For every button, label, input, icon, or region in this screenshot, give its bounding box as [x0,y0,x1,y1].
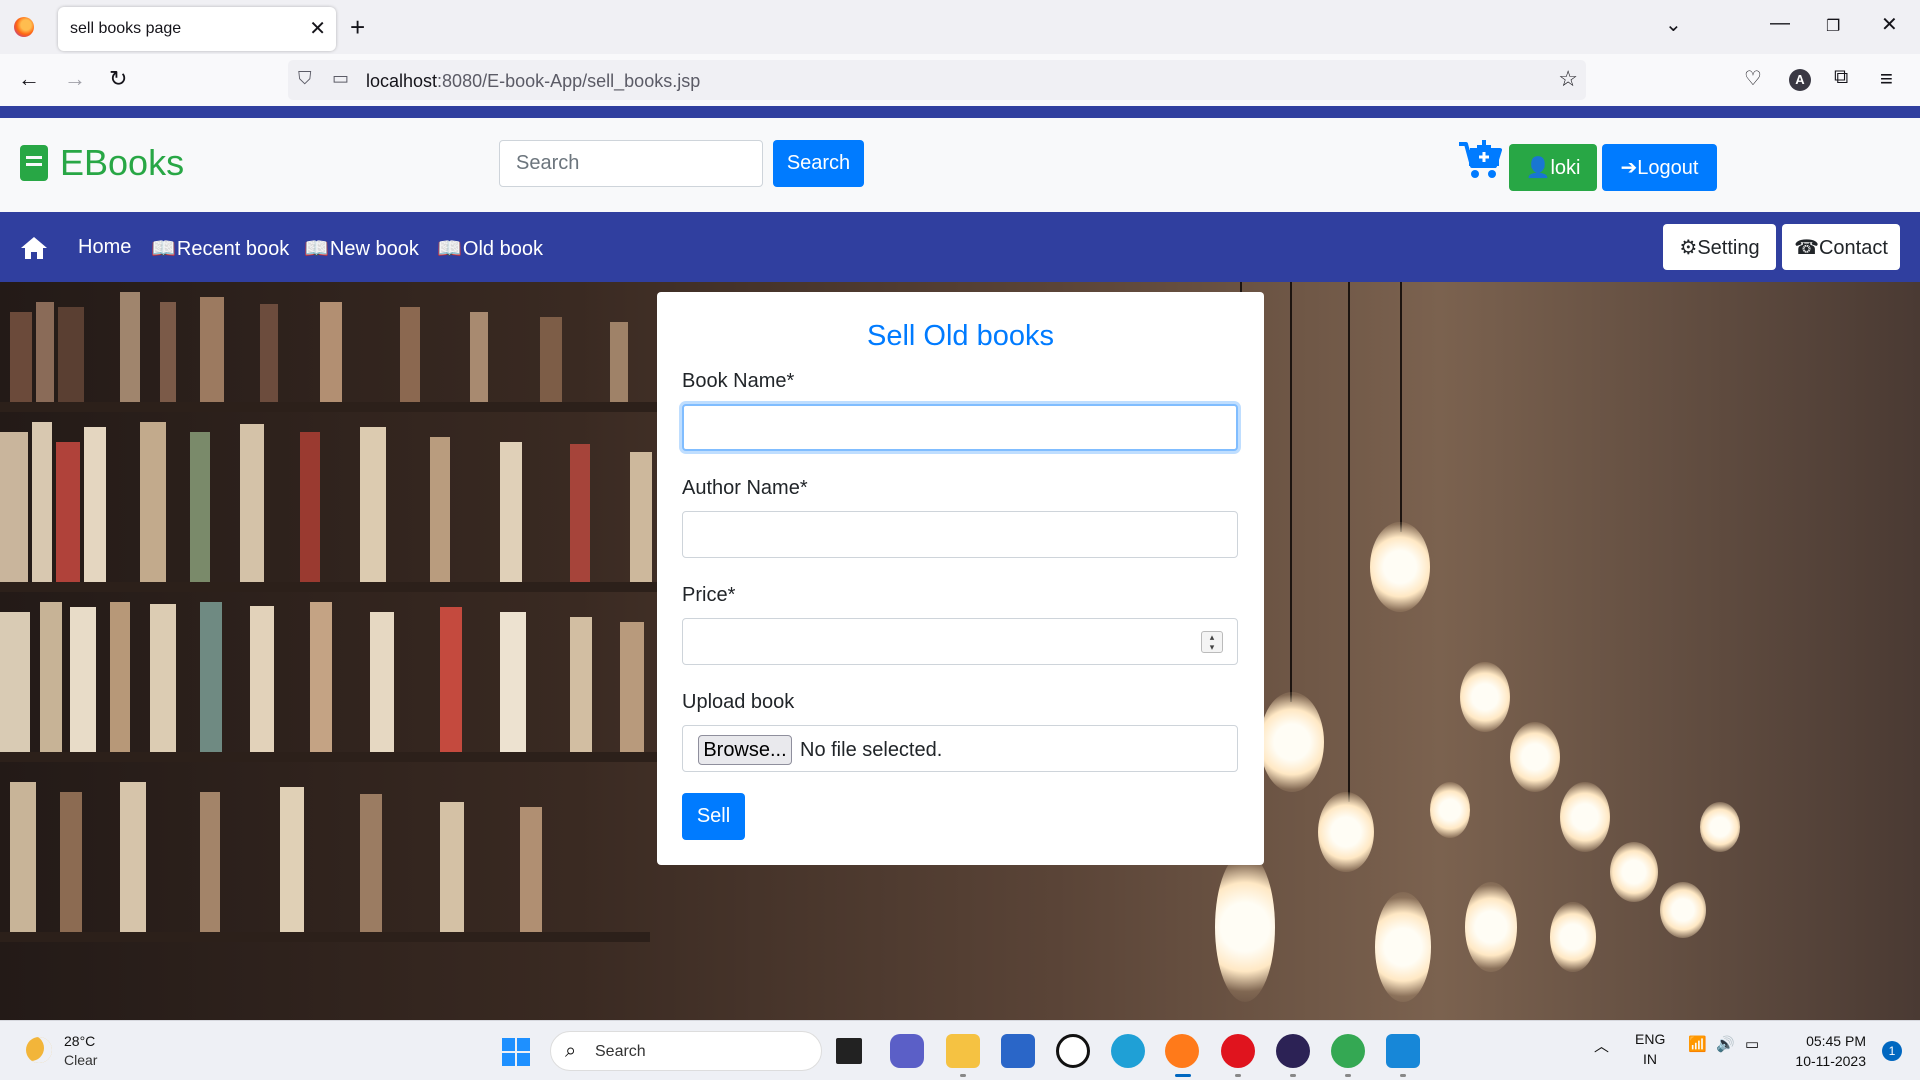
brand-logo[interactable]: EBooks [20,142,184,184]
browser-tab-strip: sell books page ✕ + ⌄ — ❐ ✕ [0,0,1920,54]
upload-label: Upload book [682,691,795,713]
pocket-icon[interactable]: ♡ [1744,66,1762,91]
minimize-icon[interactable]: — [1770,12,1790,35]
language-indicator[interactable]: ENG [1635,1031,1665,1047]
open-book-icon: 📖 [437,238,462,260]
search-input[interactable] [499,140,763,187]
account-icon[interactable]: A [1789,69,1811,91]
edge-icon[interactable] [1111,1034,1145,1068]
browser-tab[interactable]: sell books page ✕ [58,7,336,51]
main-navbar: Home 📖Recent book 📖New book 📖Old book ⚙S… [0,212,1920,282]
search-button[interactable]: Search [773,140,864,187]
file-explorer-icon[interactable] [946,1034,980,1068]
price-label: Price* [682,584,736,606]
contact-button[interactable]: ☎Contact [1782,224,1900,270]
form-title: Sell Old books [867,320,1054,352]
forward-icon[interactable]: → [64,66,86,92]
photos-icon[interactable] [1386,1034,1420,1068]
eclipse-icon[interactable] [1276,1034,1310,1068]
bookmark-star-icon[interactable]: ☆ [1558,66,1578,92]
search-icon: ⌕ [565,1040,577,1062]
nav-home[interactable]: Home [78,236,131,259]
book-icon [20,145,48,181]
logout-button[interactable]: ➔Logout [1602,144,1717,191]
menu-icon[interactable]: ≡ [1880,66,1893,92]
author-name-input[interactable] [682,511,1238,558]
sell-book-form: Sell Old books Book Name* Author Name* P… [657,292,1264,865]
notification-badge[interactable]: 1 [1882,1041,1902,1061]
clock[interactable]: 05:45 PM 10-11-2023 [1795,1031,1866,1071]
page-info-icon[interactable]: ▭ [332,68,349,89]
new-tab-icon[interactable]: + [350,12,365,43]
price-input[interactable]: ▴ ▾ [682,618,1238,665]
volume-icon[interactable]: 🔊 [1716,1035,1735,1053]
moon-icon[interactable] [26,1037,52,1063]
firefox-icon[interactable] [14,17,34,37]
open-book-icon: 📖 [151,238,176,260]
clock-date: 10-11-2023 [1795,1053,1866,1069]
weather-temperature[interactable]: 28°C [64,1033,95,1049]
nav-recent-book[interactable]: 📖Recent book [151,236,289,261]
home-icon[interactable] [20,236,48,260]
close-window-icon[interactable]: ✕ [1881,12,1898,37]
region-indicator[interactable]: IN [1643,1051,1657,1067]
site-header: EBooks Search 👤loki ➔Logout [0,118,1920,212]
extensions-icon[interactable]: ⧉ [1834,66,1848,89]
author-name-label: Author Name* [682,477,808,499]
weather-condition[interactable]: Clear [64,1052,97,1068]
sign-in-icon: ➔ [1620,157,1638,179]
number-spinner-icon[interactable]: ▴ ▾ [1201,631,1223,653]
chrome-icon[interactable] [1331,1034,1365,1068]
brand-name: EBooks [60,142,185,183]
browse-button[interactable]: Browse... [698,735,792,765]
file-upload-input[interactable]: Browse... No file selected. [682,725,1238,772]
firefox-taskbar-icon[interactable] [1165,1034,1199,1068]
tab-title: sell books page [70,20,182,37]
nav-old-book[interactable]: 📖Old book [437,236,543,261]
phone-icon: ☎ [1794,236,1819,259]
opera-icon[interactable] [1221,1034,1255,1068]
nav-new-book[interactable]: 📖New book [304,236,419,261]
open-book-icon: 📖 [304,238,329,260]
back-icon[interactable]: ← [18,66,40,92]
user-button[interactable]: 👤loki [1509,144,1597,191]
top-stripe [0,106,1920,118]
battery-icon[interactable]: ▭ [1745,1035,1759,1053]
gear-icon: ⚙ [1679,236,1698,259]
url-text[interactable]: localhost:8080/E-book-App/sell_books.jsp [366,71,700,92]
windows-start-icon[interactable] [502,1038,530,1066]
browser-navigation-bar: ← → ↻ ⛉ ▭ localhost:8080/E-book-App/sell… [0,54,1920,106]
setting-button[interactable]: ⚙Setting [1663,224,1776,270]
reload-icon[interactable]: ↻ [109,66,127,92]
task-view-icon[interactable] [836,1038,862,1064]
bookshelf [0,282,700,1020]
book-name-input[interactable] [682,404,1238,451]
address-bar[interactable]: ⛉ ▭ localhost:8080/E-book-App/sell_books… [288,60,1586,100]
taskbar-search[interactable]: ⌕ Search [550,1031,822,1071]
show-hidden-icons[interactable]: ︿ [1594,1035,1609,1056]
clock-time: 05:45 PM [1806,1033,1866,1049]
cart-plus-icon[interactable] [1457,138,1503,180]
store-icon[interactable] [1001,1034,1035,1068]
dell-icon[interactable] [1056,1034,1090,1068]
teams-icon[interactable] [890,1034,924,1068]
file-status: No file selected. [800,739,943,761]
close-tab-icon[interactable]: ✕ [309,16,326,41]
taskbar: 28°C Clear ⌕ Search ︿ ENG IN 📶 🔊 ▭ 05:45… [0,1020,1920,1080]
book-name-label: Book Name* [682,370,795,392]
user-plus-icon: 👤 [1525,157,1551,179]
list-tabs-icon[interactable]: ⌄ [1665,12,1682,37]
wifi-icon[interactable]: 📶 [1688,1035,1707,1053]
restore-icon[interactable]: ❐ [1826,16,1840,36]
shield-icon[interactable]: ⛉ [298,68,312,89]
sell-button[interactable]: Sell [682,793,745,840]
